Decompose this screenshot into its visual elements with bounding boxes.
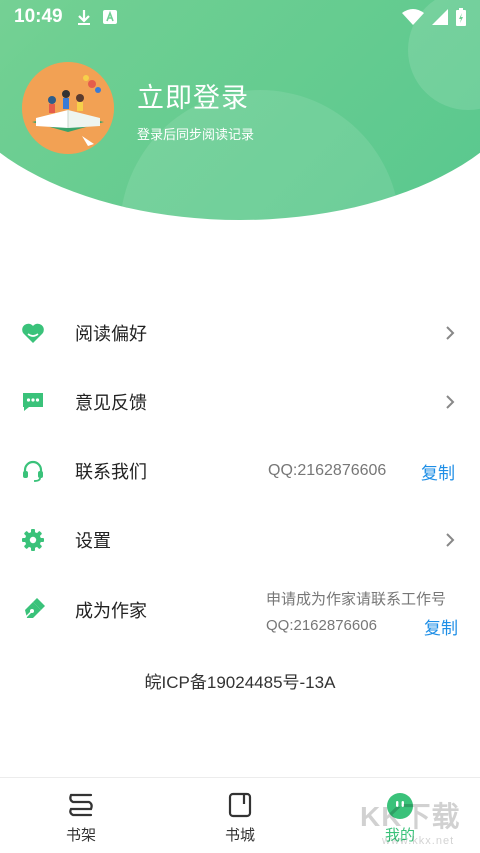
watermark: KK下载 www.kkx.net bbox=[360, 795, 478, 853]
bookstore-icon bbox=[228, 792, 252, 818]
download-icon bbox=[77, 10, 90, 25]
gear-icon bbox=[20, 527, 46, 553]
signal-icon bbox=[432, 9, 448, 25]
menu-label: 意见反馈 bbox=[75, 393, 147, 413]
menu-label: 设置 bbox=[75, 531, 111, 551]
menu-item-settings[interactable]: 设置 bbox=[0, 510, 480, 570]
menu-item-reading-preference[interactable]: 阅读偏好 bbox=[0, 303, 480, 363]
copy-qq-button[interactable]: 复制 bbox=[421, 459, 455, 484]
avatar[interactable] bbox=[22, 62, 114, 154]
keyboard-a-icon bbox=[102, 10, 117, 24]
watermark-text: KK下载 bbox=[360, 801, 461, 832]
nav-tab-bookshelf[interactable]: 书架 bbox=[31, 778, 131, 853]
chevron-right-icon bbox=[446, 326, 455, 340]
writer-note: 申请成为作家请联系工作号 bbox=[266, 591, 447, 608]
nav-tab-bookstore[interactable]: 书城 bbox=[190, 778, 290, 853]
menu-label: 成为作家 bbox=[75, 601, 147, 621]
nav-label: 书城 bbox=[224, 827, 255, 844]
chevron-right-icon bbox=[446, 395, 455, 409]
menu-label: 阅读偏好 bbox=[75, 324, 147, 344]
pen-icon bbox=[20, 597, 46, 623]
login-title[interactable]: 立即登录 bbox=[137, 76, 249, 115]
message-icon bbox=[20, 389, 46, 415]
chevron-right-icon bbox=[446, 533, 455, 547]
wifi-icon bbox=[402, 9, 424, 25]
status-time: 10:49 bbox=[14, 6, 63, 27]
contact-qq-number: QQ:2162876606 bbox=[268, 462, 387, 479]
bookshelf-icon bbox=[69, 793, 93, 817]
login-subtitle: 登录后同步阅读记录 bbox=[137, 127, 255, 142]
status-bar: 10:49 bbox=[0, 0, 480, 34]
menu-label: 联系我们 bbox=[75, 462, 147, 482]
icp-record: 皖ICP备19024485号-13A bbox=[144, 673, 336, 692]
battery-icon bbox=[456, 8, 466, 26]
headset-icon bbox=[20, 458, 46, 484]
watermark-url: www.kkx.net bbox=[382, 835, 455, 847]
heart-icon bbox=[20, 320, 46, 346]
menu-item-feedback[interactable]: 意见反馈 bbox=[0, 372, 480, 432]
nav-label: 书架 bbox=[65, 827, 96, 844]
menu-item-contact-us[interactable]: 联系我们 QQ:2162876606 复制 bbox=[0, 441, 480, 501]
copy-writer-qq-button[interactable]: 复制 bbox=[424, 614, 458, 639]
reading-illustration-icon bbox=[22, 62, 114, 154]
